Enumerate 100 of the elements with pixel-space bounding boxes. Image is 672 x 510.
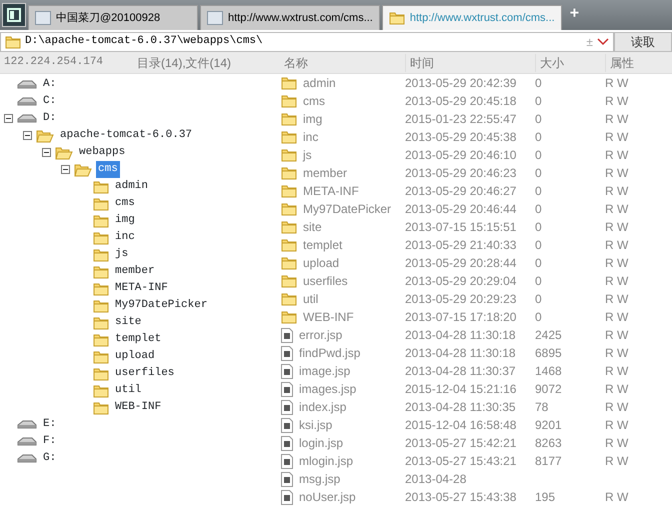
tree-item[interactable]: cms xyxy=(96,161,120,178)
folder-icon xyxy=(281,184,297,198)
tree-item[interactable]: inc xyxy=(113,229,137,246)
file-attributes: R W xyxy=(605,490,628,504)
tree-item[interactable]: site xyxy=(113,314,144,331)
folder-icon xyxy=(93,282,109,296)
window-icon[interactable] xyxy=(2,3,26,27)
folder-icon xyxy=(281,76,297,90)
tree-item[interactable]: cms xyxy=(113,195,137,212)
tree-item[interactable]: img xyxy=(113,212,137,229)
file-size: 0 xyxy=(535,94,542,108)
file-name[interactable]: index.jsp xyxy=(299,398,346,416)
tree-item[interactable]: userfiles xyxy=(113,365,176,382)
folder-icon xyxy=(74,162,92,176)
column-header[interactable]: 属性 xyxy=(605,54,672,72)
tree-item[interactable]: My97DatePicker xyxy=(113,297,210,314)
file-attributes: R W xyxy=(605,130,628,144)
tree-item[interactable]: templet xyxy=(113,331,164,348)
column-header[interactable]: 时间 xyxy=(405,54,535,72)
file-name[interactable]: cms xyxy=(303,92,325,110)
column-header[interactable]: 名称 xyxy=(278,54,405,72)
file-name[interactable]: login.jsp xyxy=(299,434,344,452)
folder-icon xyxy=(93,298,109,312)
tree-item[interactable]: A: xyxy=(41,76,58,93)
file-icon xyxy=(281,436,293,450)
tree-item[interactable]: admin xyxy=(113,178,150,195)
modified-time: 2013-04-28 11:30:37 xyxy=(405,364,516,378)
file-name[interactable]: ksi.jsp xyxy=(299,416,332,434)
file-name[interactable]: util xyxy=(303,290,318,308)
ip-address: 122.224.254.174 xyxy=(3,55,104,70)
tree-item[interactable]: E: xyxy=(41,416,58,433)
folder-icon xyxy=(281,238,297,252)
tree-item[interactable]: C: xyxy=(41,93,58,110)
address-field[interactable]: D:\apache-tomcat-6.0.37\webapps\cms\ ± xyxy=(0,32,614,52)
tree-item[interactable]: WEB-INF xyxy=(113,399,164,416)
file-name[interactable]: img xyxy=(303,110,322,128)
file-name[interactable]: upload xyxy=(303,254,340,272)
file-attributes: R W xyxy=(605,382,628,396)
file-icon xyxy=(281,346,293,360)
tree-item[interactable]: util xyxy=(113,382,144,399)
file-name[interactable]: image.jsp xyxy=(299,362,350,380)
expander-icon[interactable] xyxy=(23,131,32,140)
folder-icon xyxy=(281,310,297,324)
file-name[interactable]: member xyxy=(303,164,348,182)
tree-item[interactable]: D: xyxy=(41,110,58,127)
file-size: 6895 xyxy=(535,346,562,360)
tree-item[interactable]: upload xyxy=(113,348,157,365)
tree-item[interactable]: apache-tomcat-6.0.37 xyxy=(58,127,194,144)
file-name[interactable]: admin xyxy=(303,74,336,92)
file-icon xyxy=(281,364,293,378)
file-name[interactable]: userfiles xyxy=(303,272,348,290)
file-attributes: R W xyxy=(605,256,628,270)
tab[interactable]: 中国菜刀@20100928 xyxy=(28,5,198,30)
file-name[interactable]: js xyxy=(303,146,312,164)
modified-time: 2013-05-27 15:42:21 xyxy=(405,436,516,450)
file-name[interactable]: META-INF xyxy=(303,182,359,200)
file-name[interactable]: site xyxy=(303,218,322,236)
tree-item[interactable]: webapps xyxy=(77,144,128,161)
file-name[interactable]: WEB-INF xyxy=(303,308,354,326)
folder-icon xyxy=(93,350,109,364)
expander-icon[interactable] xyxy=(61,165,70,174)
file-name[interactable]: msg.jsp xyxy=(299,470,340,488)
file-name[interactable]: inc xyxy=(303,128,318,146)
tree-item[interactable]: js xyxy=(113,246,130,263)
tree-item[interactable]: META-INF xyxy=(113,280,170,297)
folder-icon xyxy=(388,11,405,25)
modified-time: 2013-07-15 17:18:20 xyxy=(405,310,516,324)
file-attributes: R W xyxy=(605,418,628,432)
dropdown-caret-icon[interactable] xyxy=(597,38,609,46)
tree-item[interactable]: G: xyxy=(41,450,58,467)
column-header[interactable]: 大小 xyxy=(535,54,605,72)
new-tab-button[interactable]: + xyxy=(564,2,586,26)
file-size: 0 xyxy=(535,130,542,144)
file-name[interactable]: My97DatePicker xyxy=(303,200,392,218)
file-attributes: R W xyxy=(605,166,628,180)
file-attributes: R W xyxy=(605,112,628,126)
tab[interactable]: http://www.wxtrust.com/cms... xyxy=(382,5,562,30)
tree-item[interactable]: F: xyxy=(41,433,58,450)
read-button[interactable]: 读取 xyxy=(614,32,672,52)
modified-time: 2013-04-28 11:30:35 xyxy=(405,400,516,414)
file-name[interactable]: images.jsp xyxy=(299,380,356,398)
tab[interactable]: http://www.wxtrust.com/cms... xyxy=(200,5,380,30)
expander-icon[interactable] xyxy=(42,148,51,157)
expander-icon[interactable] xyxy=(4,114,13,123)
file-attributes: R W xyxy=(605,400,628,414)
file-name[interactable]: mlogin.jsp xyxy=(299,452,354,470)
file-size: 0 xyxy=(535,238,542,252)
tree-item[interactable]: member xyxy=(113,263,157,280)
file-name[interactable]: findPwd.jsp xyxy=(299,344,360,362)
file-size: 2425 xyxy=(535,328,562,342)
folder-icon xyxy=(93,214,109,228)
modified-time: 2013-05-29 20:46:44 xyxy=(405,202,516,216)
file-name[interactable]: noUser.jsp xyxy=(299,488,356,506)
folder-icon xyxy=(281,202,297,216)
file-size: 8263 xyxy=(535,436,562,450)
file-name[interactable]: templet xyxy=(303,236,342,254)
file-name[interactable]: error.jsp xyxy=(299,326,342,344)
folder-icon xyxy=(281,94,297,108)
plus-minus-button[interactable]: ± xyxy=(586,32,593,50)
file-size: 0 xyxy=(535,310,542,324)
